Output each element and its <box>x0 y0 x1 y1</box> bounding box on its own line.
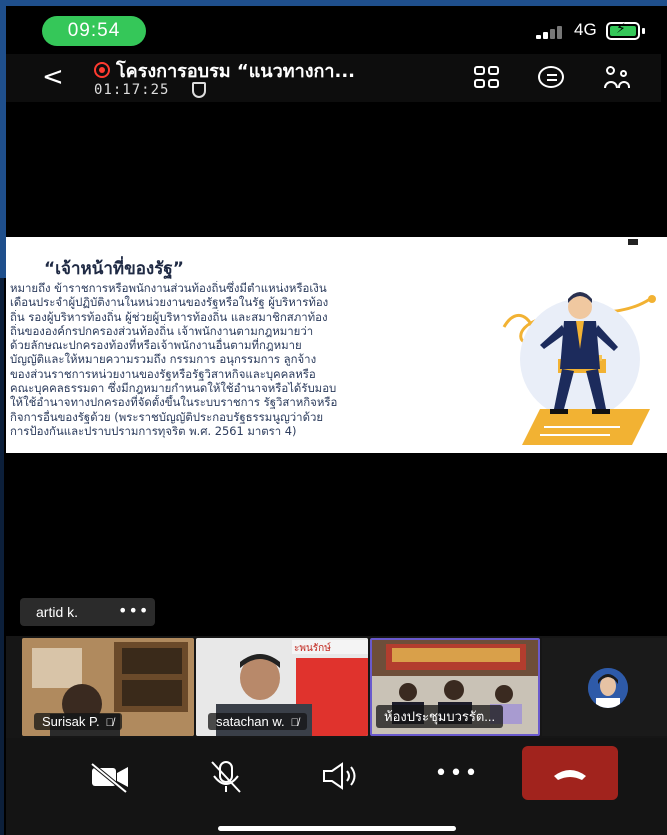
call-controls: ••• <box>6 738 667 835</box>
participant-name: Surisak P. <box>42 714 100 729</box>
mic-off-icon: 🎙̸ <box>105 717 114 729</box>
charging-icon: ⚡ <box>616 21 626 37</box>
participant-name: ห้องประชุมบวรรัต... <box>384 709 496 724</box>
grid-view-button[interactable] <box>472 64 502 92</box>
participant-label: Surisak P. 🎙̸ <box>34 713 122 730</box>
slide-line: บัญญัติและให้หมายความรวมถึง กรรมการ อนุก… <box>10 352 317 367</box>
meeting-title: โครงการอบรม “แนวทางกา... <box>116 61 356 82</box>
status-bar: 09:54 4G ⚡ <box>6 6 661 54</box>
signal-icon <box>536 25 570 39</box>
slide-line: คณะบุคคลธรรมดา ซึ่งมีกฎหมายกำหนดให้ใช้อำ… <box>10 381 337 396</box>
home-indicator[interactable] <box>218 826 456 831</box>
slide-line: หมายถึง ข้าราชการหรือพนักงานส่วนท้องถิ่น… <box>10 281 327 295</box>
slide-marker <box>628 239 638 245</box>
meeting-timer: 01:17:25 <box>94 82 170 98</box>
mic-off-icon: 🎙̸ <box>290 717 299 729</box>
participant-name: satachan w. <box>216 714 285 729</box>
slide-heading: “เจ้าหน้าที่ของรัฐ” <box>44 259 184 279</box>
slide-line: การป้องกันและปราบปรามการทุจริต พ.ศ. 2561… <box>10 423 297 438</box>
participant-tile[interactable]: Surisak P. 🎙̸ <box>22 638 194 736</box>
participants-icon <box>606 66 615 75</box>
shield-icon[interactable] <box>192 82 206 98</box>
participants-button[interactable] <box>604 64 634 92</box>
chevron-left-icon: < <box>42 62 64 92</box>
end-call-icon <box>554 770 586 780</box>
back-button[interactable]: < <box>42 62 64 92</box>
slide-line: ถิ่นขององค์กรปกครองส่วนท้องถิ่น เจ้าพนัก… <box>10 323 314 338</box>
active-speaker-name: artid k. <box>36 604 79 620</box>
slide-line: ของส่วนราชการหน่วยงานของรัฐหรือรัฐวิสาหก… <box>10 366 316 381</box>
participant-strip: Surisak P. 🎙̸ ะพนรักษ์ satachan w. 🎙̸ ห้… <box>6 636 667 738</box>
video-toggle-button[interactable] <box>86 756 136 796</box>
mic-toggle-button[interactable] <box>202 756 252 796</box>
more-button[interactable]: ••• <box>432 754 482 794</box>
participant-label: satachan w. 🎙̸ <box>208 713 307 730</box>
meeting-header: < โครงการอบรม “แนวทางกา... 01:17:25 <box>6 54 661 102</box>
chat-icon <box>538 66 564 88</box>
chat-button[interactable] <box>536 64 566 92</box>
slide-line: ถิ่น รองผู้บริหารท้องถิ่น ผู้ช่วยผู้บริห… <box>10 309 328 324</box>
slide-line: กิจการอื่นของรัฐด้วย (พระราชบัญญัติประกอ… <box>10 409 324 424</box>
slide-line: ด้วยลักษณะปกครองท้องที่หรือเจ้าพนักงานอื… <box>10 338 302 353</box>
active-speaker-more-icon[interactable]: ••• <box>118 598 149 624</box>
slide-line: เดือนประจำผู้ปฏิบัติงานในหน่วยงานของรัฐห… <box>10 295 329 310</box>
more-icon: ••• <box>434 761 480 786</box>
speaker-button[interactable] <box>314 756 364 796</box>
mic-off-icon <box>211 761 241 793</box>
official-illustration <box>502 292 656 445</box>
end-call-button[interactable] <box>522 746 618 800</box>
video-off-icon <box>90 762 128 794</box>
speaker-icon <box>323 762 356 790</box>
window-frame-left-lower <box>0 278 4 835</box>
avatar <box>588 668 628 708</box>
status-time: 09:54 <box>42 16 146 46</box>
slide-body: หมายถึง ข้าราชการหรือพนักงานส่วนท้องถิ่น… <box>10 281 500 438</box>
participant-tile-active[interactable]: ห้องประชุมบวรรัต... <box>370 638 540 736</box>
shared-screen-slide: “เจ้าหน้าที่ของรัฐ” หมายถึง ข้าราชการหรื… <box>6 237 667 453</box>
svg-text:ะพนรักษ์: ะพนรักษ์ <box>294 642 331 654</box>
record-icon <box>94 62 110 78</box>
battery-nub <box>642 28 645 34</box>
participant-label: ห้องประชุมบวรรัต... <box>376 705 504 728</box>
participant-tile-avatar[interactable] <box>542 638 667 736</box>
participant-tile[interactable]: ะพนรักษ์ satachan w. 🎙̸ <box>196 638 368 736</box>
slide-line: ให้ใช้อำนาจทางปกครองที่จัดตั้งขึ้นในระบบ… <box>10 395 338 410</box>
network-type: 4G <box>574 20 597 39</box>
